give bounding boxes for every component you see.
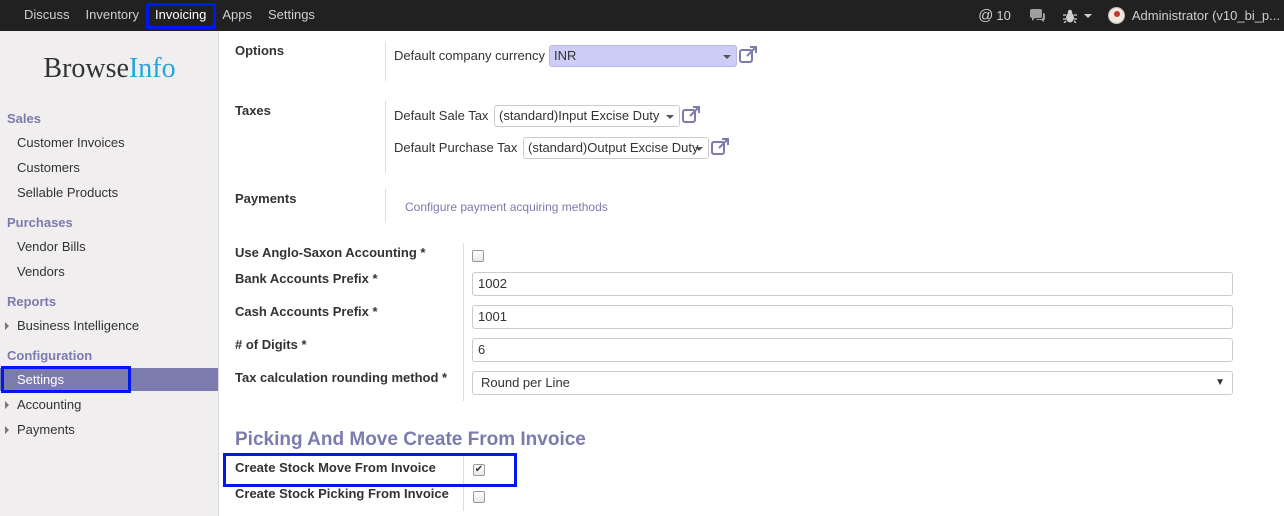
divider (463, 243, 464, 401)
bug-icon (1062, 9, 1077, 23)
sale-tax-label: Default Sale Tax (394, 108, 489, 123)
rounding-method-select[interactable]: Round per Line ▼ (472, 371, 1233, 395)
menu-apps[interactable]: Apps (214, 0, 260, 31)
chevron-down-icon (1083, 13, 1092, 18)
chevron-down-icon (723, 55, 731, 59)
menu-inventory[interactable]: Inventory (78, 0, 147, 31)
sidebar-item-label: Accounting (17, 397, 82, 412)
sidebar-section-configuration: Configuration (7, 348, 93, 363)
bank-prefix-input[interactable]: 1002 (472, 272, 1233, 296)
brand-part1: Browse (43, 53, 129, 84)
chevron-down-icon (695, 147, 703, 151)
top-navbar: Discuss Inventory Invoicing Apps Setting… (0, 0, 1284, 31)
stock-move-highlight-box (223, 453, 517, 487)
bank-prefix-label: Bank Accounts Prefix * (235, 271, 378, 286)
sidebar-item-vendors[interactable]: Vendors (0, 260, 218, 283)
sidebar-item-vendor-bills[interactable]: Vendor Bills (0, 235, 218, 258)
brand-part2: Info (128, 53, 176, 84)
sidebar-item-label: Payments (17, 422, 75, 437)
brand-logo: BrowseInfo (0, 53, 219, 85)
stock-picking-checkbox[interactable] (473, 491, 485, 503)
anglo-saxon-label: Use Anglo-Saxon Accounting * (235, 245, 426, 260)
currency-value: INR (554, 48, 577, 63)
divider (385, 41, 386, 81)
options-label: Options (235, 43, 285, 58)
stock-picking-label: Create Stock Picking From Invoice (235, 486, 449, 501)
purchase-tax-value: (standard)Output Excise Duty (528, 140, 699, 155)
divider (385, 101, 386, 173)
sidebar-section-sales: Sales (7, 111, 41, 126)
sidebar-item-payments[interactable]: Payments (0, 418, 218, 441)
taxes-label: Taxes (235, 103, 271, 118)
at-icon: @ (978, 7, 994, 24)
external-link-icon[interactable] (738, 45, 758, 65)
sidebar-item-business-intelligence[interactable]: Business Intelligence (0, 314, 218, 337)
digits-label: # of Digits * (235, 337, 307, 352)
payments-label: Payments (235, 191, 297, 206)
configure-payment-link[interactable]: Configure payment acquiring methods (405, 200, 608, 214)
anglo-saxon-checkbox[interactable] (472, 250, 484, 262)
messages-button[interactable] (1029, 8, 1045, 23)
avatar (1107, 7, 1125, 24)
currency-label: Default company currency (394, 48, 546, 63)
settings-form: Options Default company currency INR Tax… (219, 31, 1284, 516)
chevron-down-icon (666, 115, 674, 119)
sale-tax-select[interactable]: (standard)Input Excise Duty (494, 105, 680, 127)
sidebar-item-label: Business Intelligence (17, 318, 140, 333)
sale-tax-value: (standard)Input Excise Duty (499, 108, 660, 123)
purchase-tax-label: Default Purchase Tax (394, 140, 518, 155)
sidebar-item-customers[interactable]: Customers (0, 156, 218, 179)
cash-prefix-input[interactable]: 1001 (472, 305, 1233, 329)
purchase-tax-select[interactable]: (standard)Output Excise Duty (523, 137, 709, 159)
external-link-icon[interactable] (681, 105, 701, 125)
menu-settings[interactable]: Settings (260, 0, 323, 31)
user-name: Administrator (v10_bi_p... (1131, 8, 1280, 23)
sidebar-item-sellable-products[interactable]: Sellable Products (0, 181, 218, 204)
external-link-icon[interactable] (710, 137, 730, 157)
rounding-method-label: Tax calculation rounding method * (235, 370, 448, 385)
systray: @ 10 Administrator (v10_bi_p... (960, 0, 1284, 31)
menu-discuss[interactable]: Discuss (16, 0, 78, 31)
dropdown-triangle-icon: ▼ (1215, 377, 1225, 388)
mentions-count: 10 (996, 8, 1011, 23)
sidebar-item-customer-invoices[interactable]: Customer Invoices (0, 131, 218, 154)
rounding-method-value: Round per Line (481, 375, 570, 390)
caret-right-icon (5, 322, 9, 330)
sidebar: BrowseInfo Sales Customer Invoices Custo… (0, 31, 219, 516)
cash-prefix-label: Cash Accounts Prefix * (235, 304, 378, 319)
chat-icon (1029, 8, 1045, 22)
user-menu[interactable]: Administrator (v10_bi_p... (1107, 7, 1284, 24)
divider (385, 189, 386, 223)
digits-input[interactable]: 6 (472, 338, 1233, 362)
currency-select[interactable]: INR (549, 45, 737, 67)
mentions-button[interactable]: @ 10 (978, 7, 1011, 24)
caret-right-icon (5, 426, 9, 434)
caret-right-icon (5, 401, 9, 409)
debug-button[interactable] (1062, 9, 1092, 23)
sidebar-section-reports: Reports (7, 294, 57, 309)
sidebar-item-accounting[interactable]: Accounting (0, 393, 218, 416)
invoicing-highlight-box (146, 3, 216, 29)
picking-section-title: Picking And Move Create From Invoice (235, 429, 586, 450)
settings-highlight-box (1, 366, 131, 393)
sidebar-section-purchases: Purchases (7, 215, 73, 230)
